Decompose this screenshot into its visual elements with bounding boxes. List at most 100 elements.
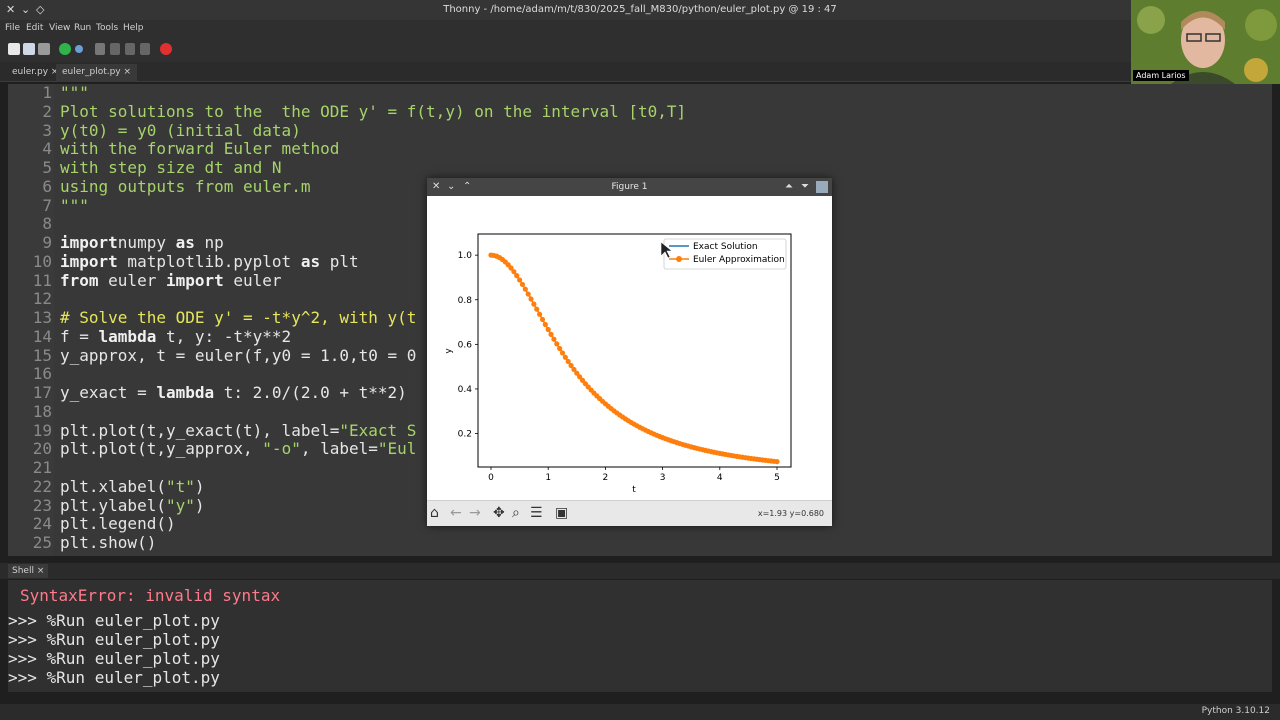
stop-icon[interactable] — [160, 43, 172, 55]
euler-approximation-point — [774, 459, 780, 465]
toolbar — [0, 38, 1280, 62]
code-token: import — [60, 251, 118, 271]
figure-title: Figure 1 — [611, 182, 648, 192]
legend-euler-marker — [676, 256, 682, 262]
run-icon[interactable] — [59, 43, 71, 55]
code-token: plt.show() — [60, 533, 157, 552]
open-file-icon[interactable] — [23, 43, 35, 55]
code-token: """ — [60, 83, 89, 102]
x-tick-label: 3 — [660, 473, 666, 483]
figure-keep-below-icon[interactable]: ⏷ — [801, 181, 809, 192]
step-over-icon[interactable] — [95, 43, 105, 55]
code-token: y_exact = — [60, 383, 157, 402]
debug-icon[interactable] — [75, 45, 83, 53]
code-line: from euler import euler — [60, 270, 282, 291]
forward-icon[interactable]: → — [469, 505, 481, 521]
figure-keep-above-icon[interactable]: ⏶ — [785, 181, 793, 192]
code-line: using outputs from euler.m — [60, 176, 311, 197]
x-axis-label: t — [632, 485, 636, 495]
menu-edit[interactable]: Edit — [26, 23, 43, 33]
line-number: 4 — [42, 139, 52, 159]
step-into-icon[interactable] — [110, 43, 120, 55]
euler-approximation-point — [559, 350, 566, 356]
code-token: numpy — [117, 233, 176, 252]
line-number: 7 — [42, 195, 52, 215]
code-token: # Solve the ODE y' = -t*y^2, with y(t — [60, 308, 417, 327]
tab-euler-plot-py[interactable]: euler_plot.py × — [56, 64, 138, 82]
code-token: t: 2.0/(2.0 + t**2) — [214, 383, 407, 402]
euler-approximation-point — [545, 326, 551, 333]
line-number: 9 — [42, 233, 52, 252]
code-token: t, y: -t*y**2 — [156, 326, 292, 346]
back-icon[interactable]: ← — [450, 505, 462, 521]
figure-app-icon — [816, 181, 828, 193]
line-number: 8 — [42, 214, 52, 234]
code-token: as — [300, 251, 321, 271]
line-number: 22 — [32, 476, 52, 496]
line-number: 14 — [32, 326, 52, 346]
legend-euler-label: Euler Approximation — [693, 255, 785, 265]
y-tick-label: 0.2 — [458, 430, 472, 440]
y-tick-label: 1.0 — [458, 251, 473, 261]
pan-icon[interactable]: ✥ — [493, 505, 505, 521]
code-token: lambda — [156, 383, 215, 402]
code-line: plt.legend() — [60, 514, 176, 534]
line-number: 16 — [32, 364, 52, 384]
line-number: 20 — [32, 439, 52, 459]
code-token: ) — [194, 476, 205, 496]
save-figure-icon[interactable]: ▣ — [555, 505, 568, 521]
code-token: import — [165, 270, 224, 290]
euler-approximation-point — [548, 331, 554, 337]
euler-approximation-point — [519, 281, 526, 288]
resume-icon[interactable] — [140, 43, 150, 55]
window-title: Thonny - /home/adam/m/t/830/2025_fall_M8… — [443, 4, 837, 15]
save-file-icon[interactable] — [38, 43, 50, 55]
menu-tools[interactable]: Tools — [96, 23, 118, 33]
shell-tab-bar: Shell × — [0, 563, 1280, 579]
code-line: """ — [60, 196, 89, 216]
line-number: 24 — [32, 514, 52, 534]
line-number: 10 — [32, 251, 52, 271]
code-token: using outputs from euler.m — [60, 176, 311, 196]
euler-approximation-point — [514, 273, 520, 279]
line-number: 17 — [32, 383, 52, 402]
menu-file[interactable]: File — [5, 23, 20, 33]
x-tick-label: 2 — [603, 473, 609, 483]
menu-bar: File Edit View Run Tools Help — [0, 20, 1280, 38]
home-icon[interactable]: ⌂ — [430, 505, 439, 521]
tab-shell[interactable]: Shell × — [8, 564, 49, 578]
code-line: plt.show() — [60, 533, 157, 553]
code-line: plt.ylabel("y") — [60, 496, 205, 516]
webcam-name-label: Adam Larios — [1133, 70, 1189, 81]
code-token: plt.plot(t,y_exact(t), label= — [60, 420, 340, 440]
code-token: with step size dt and N — [60, 158, 282, 177]
menu-run[interactable]: Run — [74, 23, 91, 33]
code-token: as — [175, 233, 195, 252]
shell-prompt-line: >>> %Run euler_plot.py — [8, 649, 220, 668]
shell-panel[interactable]: SyntaxError: invalid syntax >>> %Run eul… — [8, 580, 1272, 692]
legend: Exact Solution Euler Approximation — [663, 238, 787, 270]
thonny-app: ✕ ⌄ ◇ Thonny - /home/adam/m/t/830/2025_f… — [0, 0, 1280, 720]
x-tick-label: 0 — [488, 473, 494, 483]
menu-help[interactable]: Help — [123, 23, 144, 33]
new-file-icon[interactable] — [8, 43, 20, 55]
zoom-icon[interactable]: ⌕ — [512, 505, 520, 521]
code-token: matplotlib.pyplot — [117, 251, 301, 271]
y-tick-label: 0.4 — [458, 385, 473, 395]
code-token: "-o" — [262, 439, 301, 459]
code-line: with the forward Euler method — [60, 139, 339, 159]
step-out-icon[interactable] — [125, 43, 135, 55]
line-number-gutter: 1 2 3 4 5 6 7 8 9 10 11 12 13 14 15 16 17 18 19 20 21 22 23 24 2… — [8, 83, 54, 556]
code-token: y_approx, t = euler(f,y0 = 1.0,t0 = 0 — [60, 345, 417, 365]
euler-approximation-point — [528, 296, 534, 302]
menu-view[interactable]: View — [49, 23, 70, 33]
configure-subplots-icon[interactable]: ☰ — [530, 505, 543, 521]
webcam-overlay: Adam Larios — [1131, 0, 1280, 84]
line-number: 18 — [32, 401, 52, 421]
code-token: "Eul — [377, 439, 417, 459]
code-line: with step size dt and N — [60, 158, 282, 178]
code-token: lambda — [98, 326, 157, 346]
line-number: 6 — [42, 176, 52, 196]
code-line: y_exact = lambda t: 2.0/(2.0 + t**2) — [60, 383, 407, 403]
code-line: y(t0) = y0 (initial data) — [60, 121, 301, 141]
